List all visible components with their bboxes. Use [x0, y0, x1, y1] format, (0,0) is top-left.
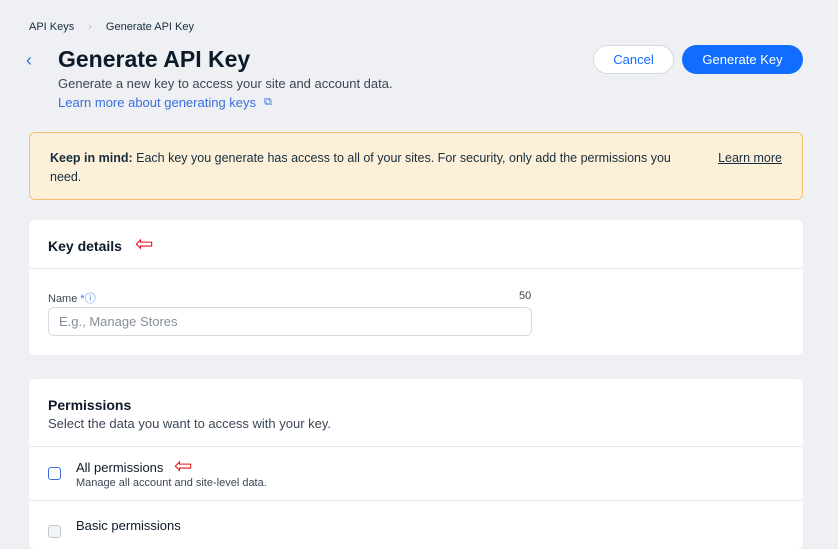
divider: [29, 446, 803, 447]
generate-key-button[interactable]: Generate Key: [682, 45, 803, 74]
red-arrow-icon: ⇦: [135, 231, 154, 256]
all-permissions-desc: Manage all account and site-level data.: [76, 477, 267, 489]
cancel-button[interactable]: Cancel: [593, 45, 674, 74]
all-permissions-checkbox[interactable]: [48, 467, 61, 480]
permissions-subtitle: Select the data you want to access with …: [48, 416, 332, 431]
name-label-text: Name: [48, 293, 78, 305]
permissions-title: Permissions: [48, 397, 132, 413]
breadcrumb: API Keys › Generate API Key: [29, 21, 194, 33]
chevron-right-icon: ›: [88, 21, 92, 33]
name-input[interactable]: E.g., Manage Stores: [48, 307, 532, 336]
divider: [29, 268, 803, 269]
divider: [29, 500, 803, 501]
all-permissions-label: All permissions: [76, 460, 164, 475]
external-link-icon: ⧉: [264, 96, 272, 108]
key-details-title: Key details: [48, 238, 122, 254]
notice-text: Each key you generate has access to all …: [50, 151, 671, 184]
page-subtitle: Generate a new key to access your site a…: [58, 76, 393, 91]
breadcrumb-current: Generate API Key: [105, 21, 194, 33]
breadcrumb-api-keys[interactable]: API Keys: [29, 21, 74, 33]
notice-learn-more-link[interactable]: Learn more: [718, 149, 782, 168]
back-chevron-icon[interactable]: ‹: [26, 50, 32, 71]
info-icon[interactable]: ⓘ: [85, 293, 96, 305]
name-label: Name *ⓘ: [48, 290, 96, 306]
permissions-card: Permissions Select the data you want to …: [29, 379, 803, 549]
char-limit: 50: [519, 290, 532, 302]
learn-more-link[interactable]: Learn more about generating keys ⧉: [58, 95, 272, 110]
notice-bold: Keep in mind:: [50, 151, 133, 165]
basic-permissions-checkbox[interactable]: [48, 525, 61, 538]
notice-banner: Keep in mind: Each key you generate has …: [29, 132, 803, 200]
page-title: Generate API Key: [58, 46, 251, 72]
red-arrow-icon: ⇦: [174, 453, 193, 478]
basic-permissions-label: Basic permissions: [76, 518, 181, 533]
learn-more-label: Learn more about generating keys: [58, 95, 257, 110]
